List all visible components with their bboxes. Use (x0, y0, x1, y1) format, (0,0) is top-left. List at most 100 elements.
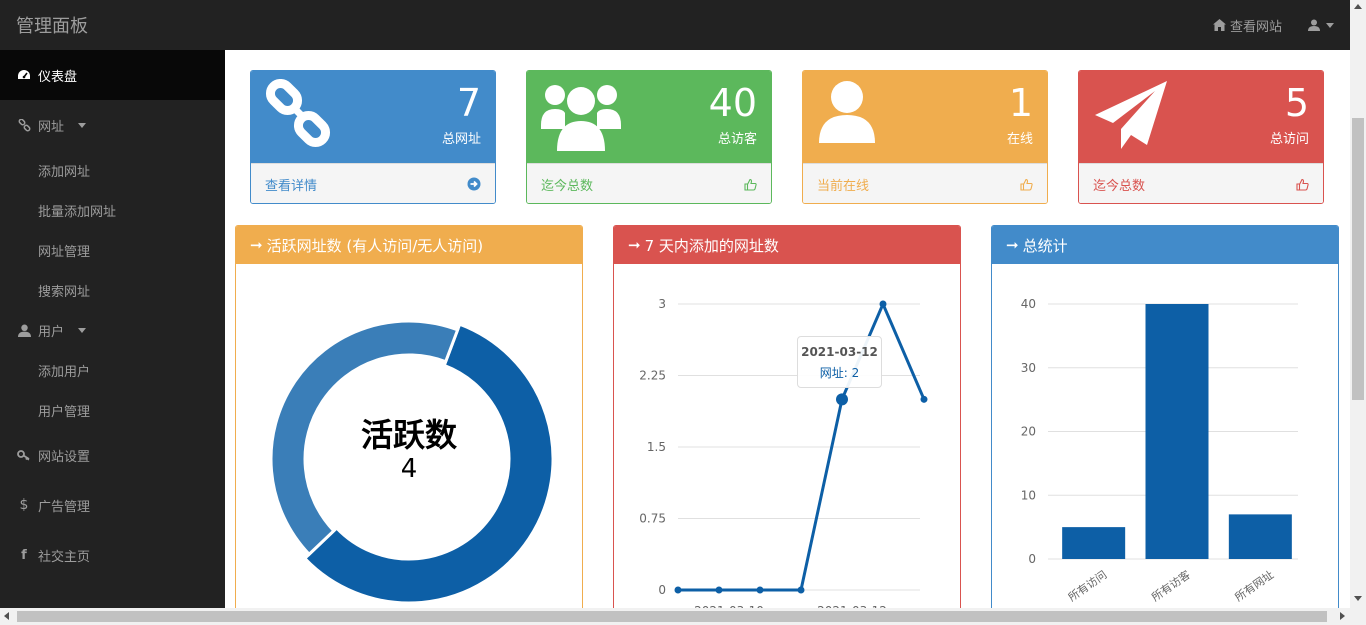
sidebar-item-social-home[interactable]: f 社交主页 (0, 530, 225, 580)
data-point (674, 586, 682, 594)
dollar-icon: $ (19, 497, 29, 513)
sidebar-item-url[interactable]: 网址 (0, 100, 225, 150)
user-menu-toggle[interactable] (1308, 19, 1334, 31)
link-icon (16, 118, 32, 132)
home-icon (1212, 19, 1226, 31)
stat-card-head: 40 总访客 (527, 71, 771, 163)
scroll-up-arrow[interactable] (1354, 4, 1362, 9)
sidebar-item-label: 网址 (38, 119, 65, 135)
y-tick-label: 0 (658, 583, 666, 597)
sidebar-item-add-user[interactable]: 添加用户 (0, 350, 225, 390)
long-arrow-right-icon: ➞ (250, 236, 263, 254)
y-tick-label: 20 (1021, 425, 1036, 439)
y-tick-label: 0 (1028, 552, 1036, 566)
stat-label: 总访客 (717, 132, 757, 147)
scroll-left-arrow[interactable] (4, 612, 9, 620)
stat-label: 总访问 (1269, 132, 1309, 147)
tooltip-date: 2021-03-12 (801, 345, 878, 359)
stat-footer[interactable]: 迄今总数 (1079, 163, 1323, 203)
vertical-scroll-thumb[interactable] (1352, 118, 1364, 400)
panel-total-stats: ➞ 总统计 0 10 20 30 40 所有访问 所有访客 所有网址 (991, 225, 1339, 608)
x-tick-label: 所有访客 (1149, 567, 1193, 604)
donut-center-label: 活跃数 (360, 416, 457, 454)
thumbs-up-icon (744, 178, 757, 191)
horizontal-scroll-thumb[interactable] (17, 611, 1327, 622)
user-icon (819, 81, 875, 143)
top-navbar: 管理面板 查看网站 (0, 0, 1350, 50)
sidebar-item-user[interactable]: 用户 (0, 310, 225, 350)
data-point (715, 586, 723, 594)
sidebar-item-site-settings[interactable]: 网站设置 (0, 430, 225, 480)
stat-footer-text: 查看详情 (265, 178, 318, 194)
view-details-link[interactable]: 查看详情 (251, 163, 495, 203)
main-content: 7 总网址 查看详情 40 总访客 迄今总数 1 在线 当前在线 5 总访问 迄… (225, 50, 1350, 608)
y-tick-label: 3 (658, 297, 666, 311)
stat-footer-text: 迄今总数 (541, 178, 594, 194)
thumbs-up-icon (1296, 178, 1309, 191)
panel-heading: ➞ 活跃网址数 (有人访问/无人访问) (236, 226, 582, 264)
stat-footer-text: 当前在线 (817, 178, 870, 194)
sidebar-item-label: 网站设置 (38, 449, 91, 465)
line-chart: 00.751.52.2532021-03-102021-03-12 (639, 297, 928, 608)
sidebar-item-ads-manage[interactable]: $ 广告管理 (0, 480, 225, 530)
y-tick-label: 40 (1021, 297, 1036, 311)
horizontal-scrollbar[interactable] (0, 608, 1366, 625)
y-tick-label: 10 (1021, 488, 1036, 502)
sidebar-item-add-url[interactable]: 添加网址 (0, 150, 225, 190)
stat-card-head: 1 在线 (803, 71, 1047, 163)
key-icon (16, 449, 32, 461)
stat-label: 总网址 (441, 132, 481, 147)
stat-card-head: 5 总访问 (1079, 71, 1323, 163)
sidebar-item-batch-add-url[interactable]: 批量添加网址 (0, 190, 225, 230)
user-icon (1308, 19, 1320, 31)
chevron-down-icon (1326, 22, 1334, 28)
stat-card-total-urls: 7 总网址 查看详情 (250, 70, 496, 204)
chevron-down-icon (78, 327, 87, 333)
sidebar-item-label: 仪表盘 (38, 69, 78, 85)
stat-label: 在线 (1006, 132, 1033, 147)
y-tick-label: 30 (1021, 361, 1036, 375)
panel-body: 活跃数 4 (236, 264, 582, 608)
brand-title[interactable]: 管理面板 (16, 12, 88, 38)
panel-heading: ➞ 总统计 (992, 226, 1338, 264)
sidebar-item-label: 社交主页 (38, 549, 91, 565)
data-point (920, 395, 928, 403)
scroll-right-arrow[interactable] (1340, 612, 1345, 620)
bar (1145, 304, 1209, 559)
stat-value: 5 (1284, 81, 1309, 125)
arrow-circle-right-icon (467, 177, 481, 191)
bar (1062, 527, 1126, 559)
panel-active-urls: ➞ 活跃网址数 (有人访问/无人访问) 活跃数 4 (235, 225, 583, 608)
bar-chart: 0 10 20 30 40 所有访问 所有访客 所有网址 (1021, 297, 1298, 604)
panel-title: 总统计 (1022, 236, 1068, 255)
vertical-scrollbar[interactable] (1350, 0, 1366, 608)
sidebar-item-dashboard[interactable]: 仪表盘 (0, 50, 225, 100)
stat-footer[interactable]: 迄今总数 (527, 163, 771, 203)
long-arrow-right-icon: ➞ (1006, 236, 1019, 254)
donut-center-value: 4 (400, 454, 418, 484)
stat-card-total-visits: 5 总访问 迄今总数 (1078, 70, 1324, 204)
sidebar-item-user-manage[interactable]: 用户管理 (0, 390, 225, 430)
panel-heading: ➞ 7 天内添加的网址数 (614, 226, 960, 264)
stat-footer-text: 迄今总数 (1093, 178, 1146, 194)
stat-card-total-visitors: 40 总访客 迄今总数 (526, 70, 772, 204)
x-tick-label: 所有网址 (1232, 567, 1276, 604)
stat-card-head: 7 总网址 (251, 71, 495, 163)
stat-value: 7 (456, 81, 481, 125)
top-right-nav: 查看网站 (1212, 16, 1334, 35)
view-site-link[interactable]: 查看网站 (1212, 16, 1282, 35)
data-point (756, 586, 764, 594)
data-point (797, 586, 805, 594)
sidebar-item-search-url[interactable]: 搜索网址 (0, 270, 225, 310)
long-arrow-right-icon: ➞ (628, 236, 641, 254)
paper-plane-icon (1095, 81, 1167, 149)
stat-footer[interactable]: 当前在线 (803, 163, 1047, 203)
users-icon (541, 85, 621, 151)
panel-body: 0 10 20 30 40 所有访问 所有访客 所有网址 (992, 264, 1338, 608)
scroll-down-arrow[interactable] (1354, 596, 1362, 601)
data-point (836, 393, 848, 406)
chart-tooltip: 2021-03-12 网址: 2 (797, 336, 882, 388)
sidebar-item-label: 广告管理 (38, 499, 91, 515)
sidebar-item-url-manage[interactable]: 网址管理 (0, 230, 225, 270)
sidebar-item-label: 用户 (38, 324, 65, 340)
